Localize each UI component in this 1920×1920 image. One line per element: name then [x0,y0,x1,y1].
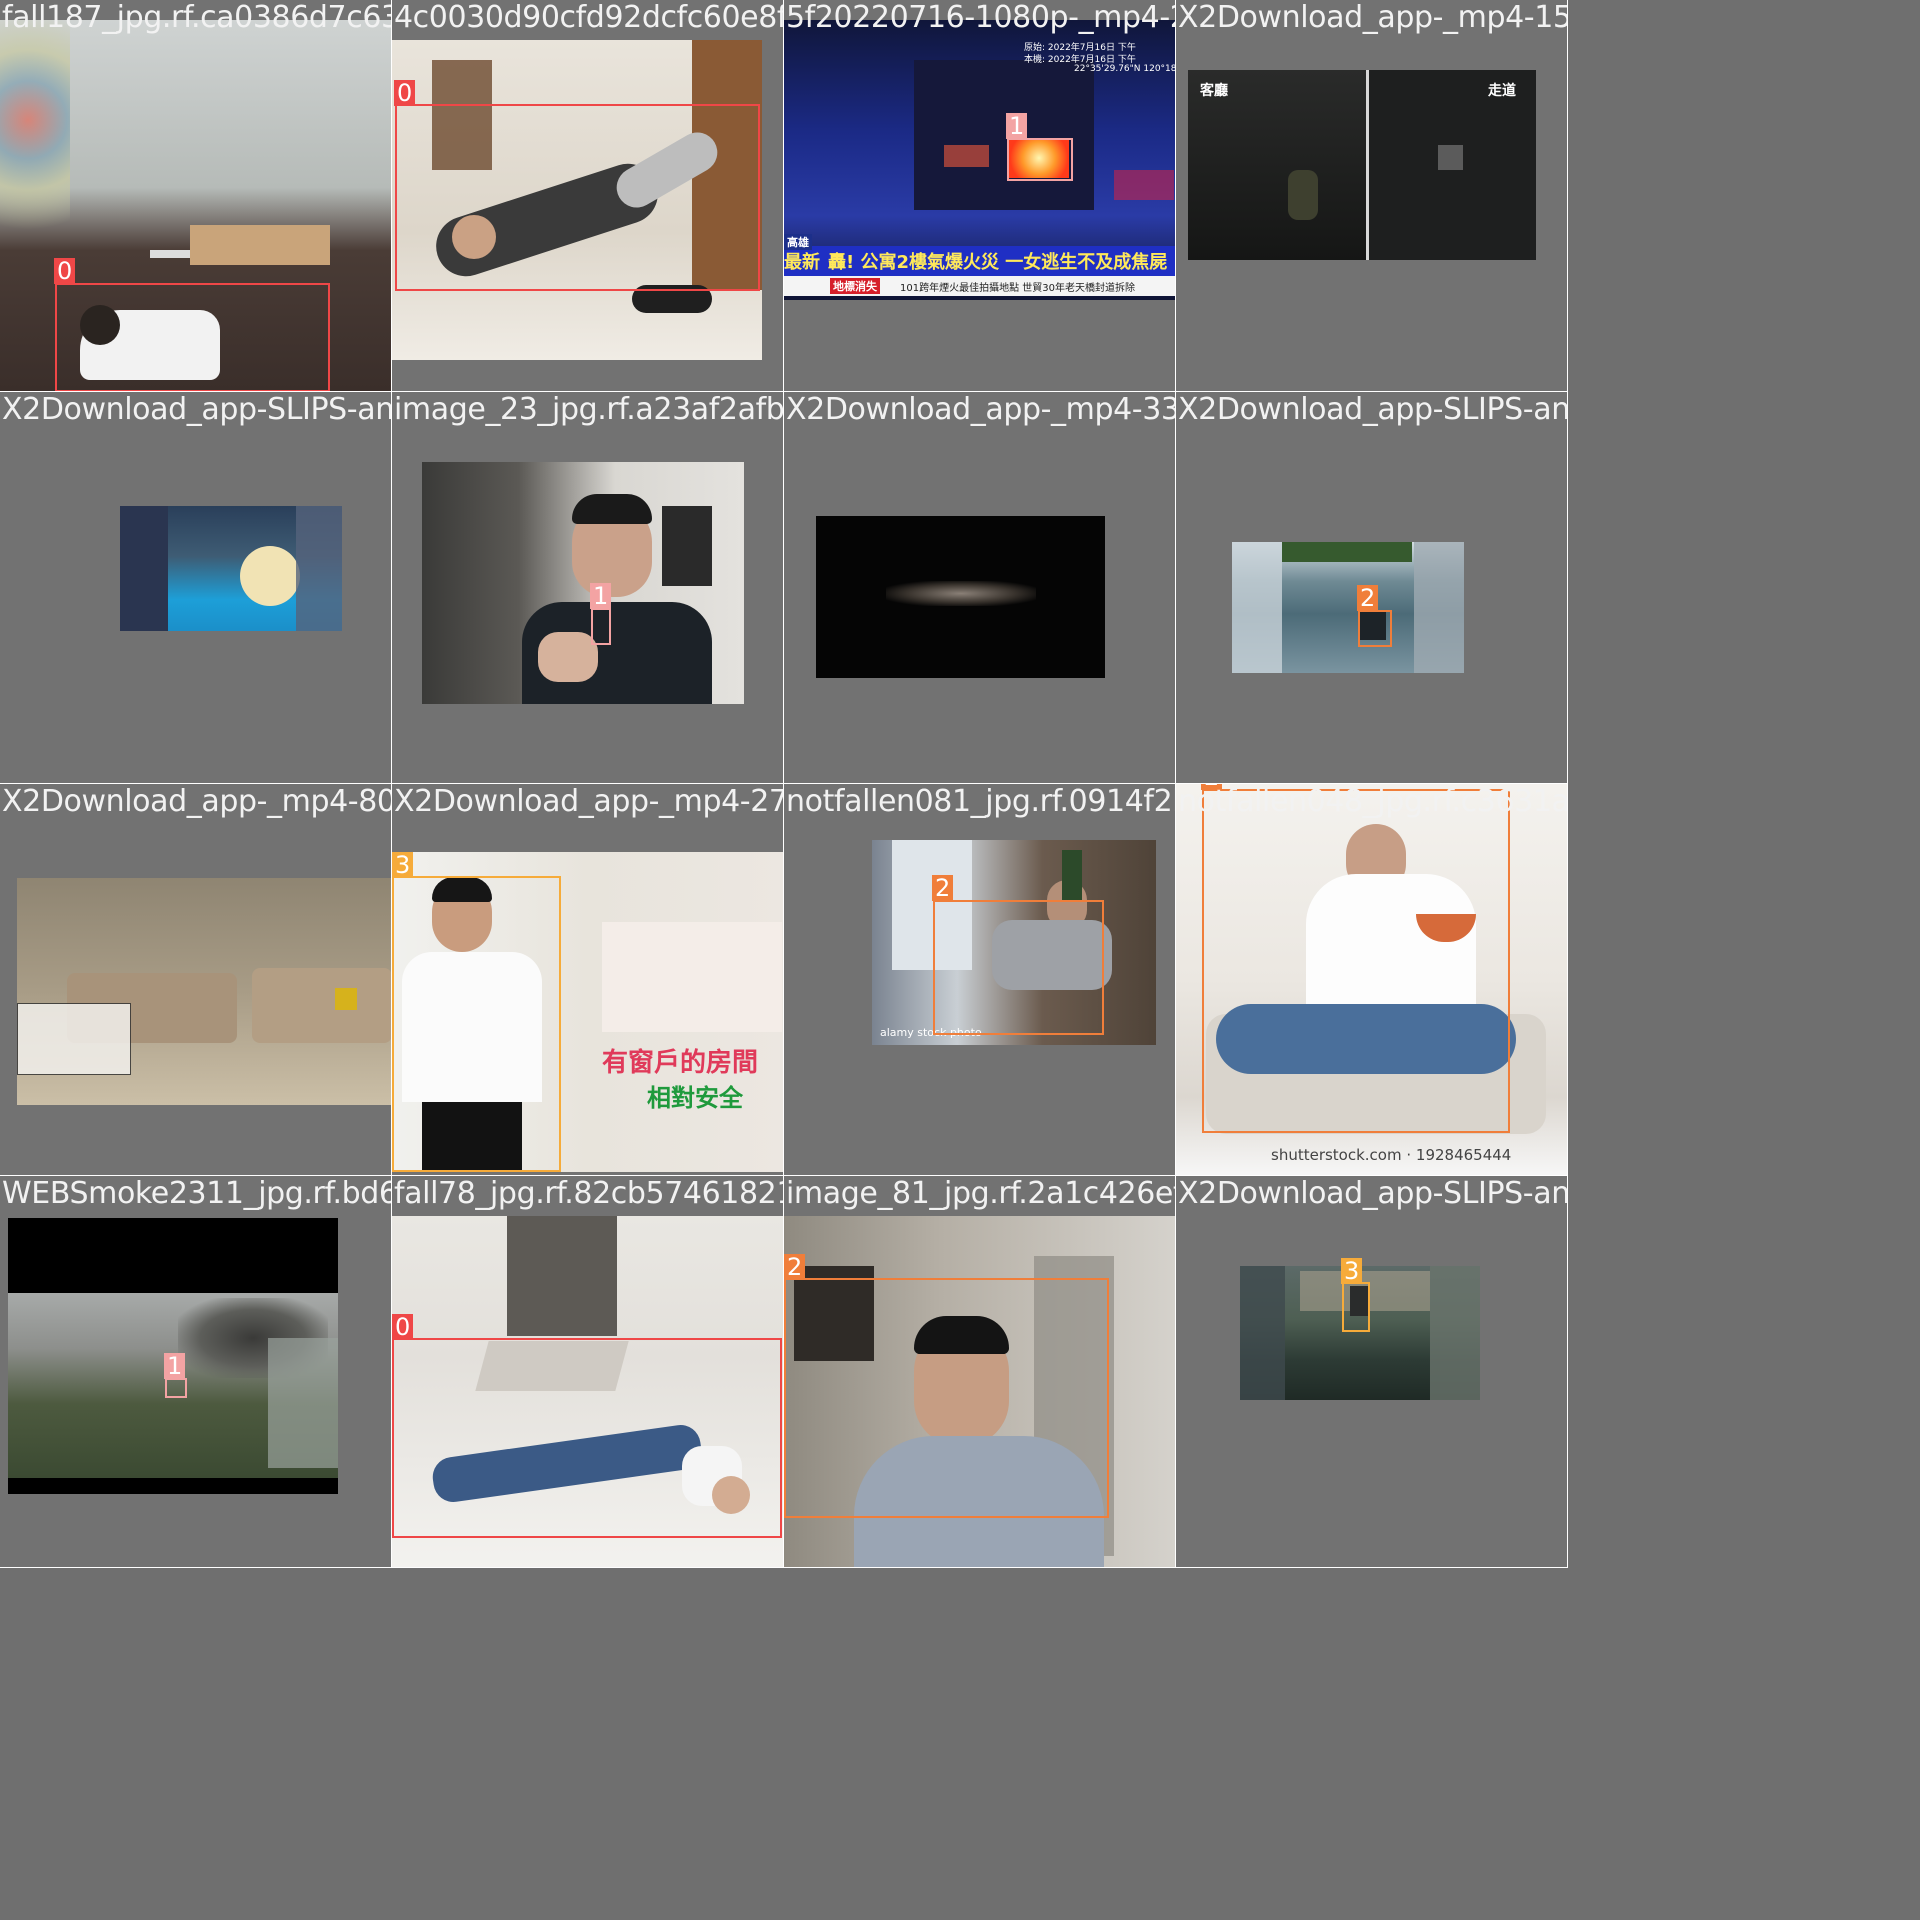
tile-6: X2Download_app-_mp4-33_jpg.rf [784,392,1176,784]
tile-11: shutterstock.com · 1928465444 2 notfalle… [1176,784,1568,1176]
bbox-class-0 [395,104,760,291]
tile-caption: X2Download_app-_mp4-152 [1178,0,1568,35]
bbox-label: 1 [590,583,612,609]
tile-0: 0 fall187_jpg.rf.ca0386d7c633 [0,0,392,392]
bbox-class-1 [1007,138,1073,181]
bbox-class-0 [55,283,330,391]
bbox-class-2 [784,1278,1109,1518]
tile-5: 1 image_23_jpg.rf.a23af2afb51d42b198755d… [392,392,784,784]
tile-caption: X2Download_app-SLIPS-and [1178,1176,1568,1211]
news-stamp-3: 22°35'29.76"N 120°18' [1074,64,1176,74]
photo-living-room [17,878,391,1105]
tile-caption: WEBSmoke2311_jpg.rf.bd6fa78329891f57d [2,1176,391,1211]
news-headline: 轟! 公寓2樓氣爆火災 一女逃生不及成焦屍 [828,252,1168,273]
bbox-label: 1 [1006,113,1028,139]
tile-caption: notfallen048_jpg.rf.c3631a1 [1178,784,1568,819]
photo-cctv-dark: 客廳 走道 [1188,70,1536,260]
tile-15: 3 X2Download_app-SLIPS-and [1176,1176,1568,1568]
mosaic-grid: 0 fall187_jpg.rf.ca0386d7c633 0 4c0030d9… [0,0,1568,1568]
bbox-label: 2 [784,1254,806,1280]
news-tag: 最新 [784,252,820,273]
tile-caption: fall187_jpg.rf.ca0386d7c633 [2,0,392,35]
tile-caption: 4c0030d90cfd92dcfc60e8fb5e20220716-1080p… [394,0,784,35]
tile-8: X2Download_app-_mp4-80_jpg.rf.459978f541 [0,784,392,1176]
bbox-class-3 [1342,1282,1370,1332]
tile-4: X2Download_app-SLIPS-and-Falls [0,392,392,784]
bbox-label: 2 [932,875,954,901]
tile-caption: X2Download_app-SLIPS-and-Falls [2,392,392,427]
tile-caption: image_23_jpg.rf.a23af2afb51d42b198755d35 [394,392,784,427]
bbox-label: 0 [392,1314,414,1340]
presenter-caption-1: 有窗戶的房間 [602,1048,759,1078]
bbox-class-3 [392,876,561,1172]
cctv-label-right: 走道 [1488,83,1516,99]
photo-pool [120,506,342,631]
news-ticker: 101跨年煙火最佳拍攝地點 世貿30年老天橋封道拆除 [900,283,1135,294]
tile-3: 客廳 走道 X2Download_app-_mp4-152 [1176,0,1568,392]
tile-2: 原始: 2022年7月16日 下午 本機: 2022年7月16日 下午 22°3… [784,0,1176,392]
tile-12: 1 WEBSmoke2311_jpg.rf.bd6fa78329891f57d [0,1176,392,1568]
bbox-label: 0 [54,258,76,284]
bbox-class-2 [933,900,1104,1035]
bbox-label: 3 [1341,1258,1363,1284]
tile-caption: X2Download_app-_mp4-80_jpg.rf.459978f541 [2,784,392,819]
tile-caption: X2Download_app-_mp4-279_jpg.rf.7d1812322 [394,784,784,819]
photo-news-fire: 原始: 2022年7月16日 下午 本機: 2022年7月16日 下午 22°3… [784,20,1176,300]
tile-10: alamy stock photo 2 notfallen081_jpg.rf.… [784,784,1176,1176]
bbox-label: 0 [394,80,416,106]
tile-caption: 5f20220716-1080p-_mp4-21 [786,0,1176,35]
tile-caption: fall78_jpg.rf.82cb5746182187a92a61a63a8f [394,1176,783,1211]
tile-caption: X2Download_app-SLIPS-and [1178,392,1568,427]
tile-13: 0 fall78_jpg.rf.82cb5746182187a92a61a63a… [392,1176,784,1568]
bbox-class-2 [1358,610,1392,647]
bbox-class-1 [591,608,611,645]
bbox-label: 3 [392,852,414,878]
tile-9: 有窗戶的房間 相對安全 3 X2Download_app-_mp4-279_jp… [392,784,784,1176]
cctv-label-left: 客廳 [1200,83,1228,99]
photo-webcam-lighter [422,462,744,704]
bbox-class-1 [165,1378,187,1398]
news-ticker-tag: 地標消失 [830,278,880,294]
tile-caption: notfallen081_jpg.rf.0914f2b7b5f74e9048 [786,784,1175,819]
tile-14: 2 image_81_jpg.rf.2a1c426ef1 [784,1176,1176,1568]
photo-night-fire [816,516,1105,678]
tile-caption: image_81_jpg.rf.2a1c426ef1 [786,1176,1176,1211]
bbox-label: 1 [164,1353,186,1379]
photo-lake-kayak [1232,542,1464,673]
tile-caption: X2Download_app-_mp4-33_jpg.rf [786,392,1175,427]
tile-1: 0 4c0030d90cfd92dcfc60e8fb5e20220716-108… [392,0,784,392]
tile-7: 2 X2Download_app-SLIPS-and [1176,392,1568,784]
bbox-class-2 [1202,789,1510,1133]
presenter-caption-2: 相對安全 [647,1084,743,1112]
stock-credit: shutterstock.com · 1928465444 [1271,1146,1512,1164]
bbox-class-0 [392,1338,782,1538]
bbox-label: 2 [1357,585,1379,611]
